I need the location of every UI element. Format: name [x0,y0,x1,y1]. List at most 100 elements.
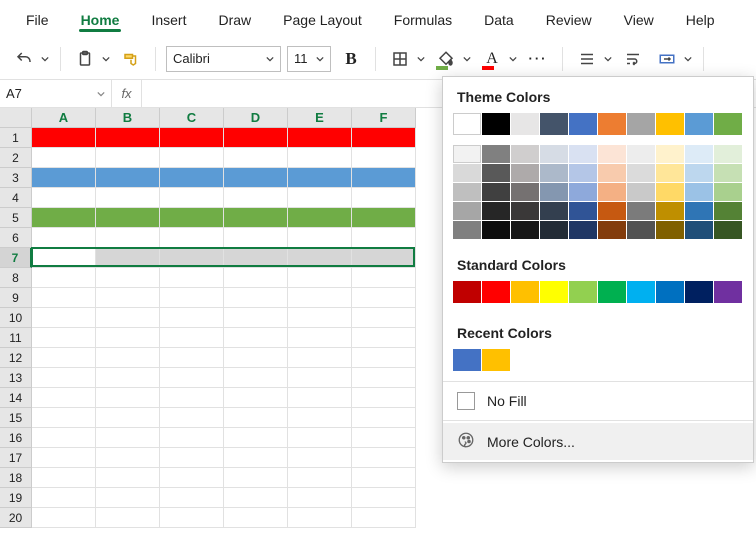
tab-data[interactable]: Data [468,6,530,32]
cell[interactable] [288,368,352,388]
cell[interactable] [288,128,352,148]
cell[interactable] [352,428,416,448]
cell[interactable] [352,368,416,388]
color-swatch[interactable] [453,221,481,239]
color-swatch[interactable] [714,145,742,163]
color-swatch[interactable] [453,145,481,163]
row-header[interactable]: 18 [0,468,32,488]
cell[interactable] [352,328,416,348]
tab-page-layout[interactable]: Page Layout [267,6,378,32]
cell[interactable] [224,428,288,448]
cell[interactable] [224,448,288,468]
cell[interactable] [160,348,224,368]
chevron-down-icon[interactable] [101,45,111,73]
cell[interactable] [32,388,96,408]
row-header[interactable]: 20 [0,508,32,528]
cell[interactable] [96,208,160,228]
cell[interactable] [352,488,416,508]
cell[interactable] [160,248,224,268]
row-header[interactable]: 19 [0,488,32,508]
tab-insert[interactable]: Insert [135,6,202,32]
color-swatch[interactable] [627,145,655,163]
chevron-down-icon[interactable] [603,45,613,73]
cell[interactable] [224,308,288,328]
merge-button[interactable] [653,45,693,73]
cell[interactable] [352,228,416,248]
row-header[interactable]: 10 [0,308,32,328]
column-header[interactable]: A [32,108,96,128]
cell[interactable] [288,268,352,288]
font-size-select[interactable]: 11 [287,46,331,72]
color-swatch[interactable] [540,164,568,182]
color-swatch[interactable] [511,113,539,135]
font-name-select[interactable]: Calibri [166,46,281,72]
color-swatch[interactable] [482,349,510,371]
cell[interactable] [224,508,288,528]
cell[interactable] [32,288,96,308]
color-swatch[interactable] [482,164,510,182]
bold-button[interactable]: B [337,45,365,73]
row-header[interactable]: 8 [0,268,32,288]
color-swatch[interactable] [598,281,626,303]
cell[interactable] [160,288,224,308]
row-header[interactable]: 17 [0,448,32,468]
row-header[interactable]: 14 [0,388,32,408]
cell[interactable] [288,228,352,248]
cell[interactable] [288,188,352,208]
paste-button[interactable] [71,45,111,73]
cell[interactable] [32,148,96,168]
color-swatch[interactable] [511,164,539,182]
cell[interactable] [352,248,416,268]
cell[interactable] [96,328,160,348]
column-header[interactable]: E [288,108,352,128]
cell[interactable] [288,348,352,368]
chevron-down-icon[interactable] [683,45,693,73]
cell[interactable] [32,188,96,208]
cell[interactable] [96,468,160,488]
cell[interactable] [32,208,96,228]
cell[interactable] [32,128,96,148]
color-swatch[interactable] [656,145,684,163]
chevron-down-icon[interactable] [416,45,426,73]
row-header[interactable]: 13 [0,368,32,388]
select-all-corner[interactable] [0,108,32,128]
row-header[interactable]: 16 [0,428,32,448]
cell[interactable] [160,308,224,328]
cell[interactable] [160,448,224,468]
cell[interactable] [160,188,224,208]
color-swatch[interactable] [540,145,568,163]
tab-review[interactable]: Review [530,6,608,32]
color-swatch[interactable] [598,221,626,239]
color-swatch[interactable] [569,281,597,303]
cell[interactable] [160,388,224,408]
color-swatch[interactable] [685,202,713,220]
color-swatch[interactable] [714,113,742,135]
cell[interactable] [224,188,288,208]
color-swatch[interactable] [685,113,713,135]
color-swatch[interactable] [482,113,510,135]
row-header[interactable]: 5 [0,208,32,228]
color-swatch[interactable] [627,183,655,201]
color-swatch[interactable] [540,221,568,239]
color-swatch[interactable] [598,183,626,201]
color-swatch[interactable] [656,164,684,182]
cell[interactable] [96,228,160,248]
tab-formulas[interactable]: Formulas [378,6,468,32]
more-font-button[interactable]: ··· [524,45,552,73]
color-swatch[interactable] [511,281,539,303]
tab-home[interactable]: Home [65,6,136,32]
more-colors-item[interactable]: More Colors... [443,423,753,460]
cell[interactable] [96,508,160,528]
color-swatch[interactable] [453,183,481,201]
chevron-down-icon[interactable] [40,45,50,73]
cell[interactable] [224,388,288,408]
cell[interactable] [352,308,416,328]
row-header[interactable]: 1 [0,128,32,148]
cell[interactable] [96,248,160,268]
color-swatch[interactable] [685,145,713,163]
cell[interactable] [160,368,224,388]
undo-button[interactable] [10,45,50,73]
color-swatch[interactable] [482,145,510,163]
color-swatch[interactable] [511,183,539,201]
color-swatch[interactable] [714,281,742,303]
